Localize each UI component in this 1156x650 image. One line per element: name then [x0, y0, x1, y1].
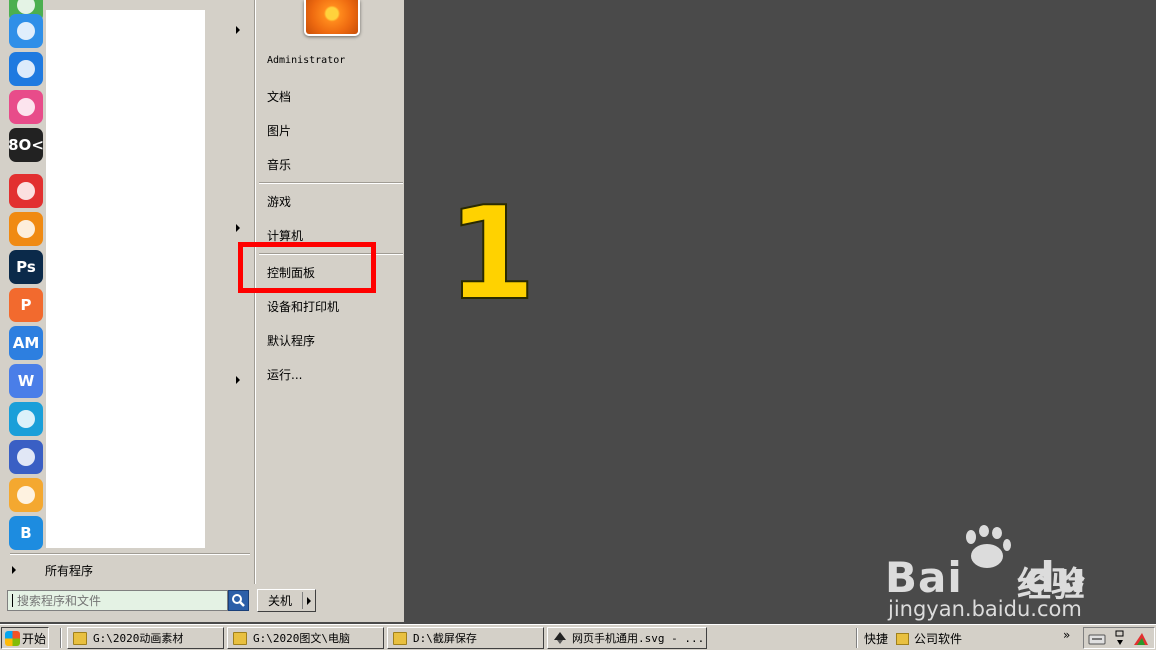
- baidu-jingyan-watermark: Bai du 经验 jingyan.baidu.com: [885, 525, 1145, 625]
- taskbar-window-button[interactable]: 网页手机通用.svg - ...: [547, 627, 707, 649]
- submenu-arrow-icon[interactable]: [236, 26, 240, 34]
- user-avatar-flower[interactable]: [304, 0, 360, 36]
- axure-icon-glyph: AM: [12, 334, 40, 352]
- company-software-button[interactable]: 公司软件: [896, 630, 962, 647]
- watermark-brand-left: Bai: [885, 553, 963, 602]
- games-link[interactable]: 游戏: [267, 193, 291, 211]
- chat-bubble-icon-glyph: [17, 486, 35, 504]
- folder-icon: [393, 631, 407, 645]
- text-caret: [12, 594, 13, 607]
- app-b-icon-glyph: B: [20, 524, 32, 542]
- start-button[interactable]: 开始: [1, 627, 49, 649]
- shield-v-icon-glyph: [17, 60, 35, 78]
- box-icon[interactable]: 8O<: [8, 128, 44, 162]
- divider: [302, 592, 303, 609]
- taskbar: 开始 G:\2020动画素材 G:\2020图文\电脑 D:\截屏保存 网页手机…: [0, 624, 1156, 650]
- cloud-icon[interactable]: [9, 14, 43, 48]
- edge-icon[interactable]: [9, 402, 43, 436]
- search-button[interactable]: [228, 590, 249, 611]
- app-b-icon[interactable]: B: [9, 516, 43, 550]
- magnifier-icon: [232, 594, 245, 607]
- tray-updown-icon[interactable]: [1115, 630, 1125, 648]
- taskbar-window-label: G:\2020动画素材: [93, 632, 184, 645]
- photoshop-icon[interactable]: Ps: [9, 250, 43, 284]
- wps-presentation-icon[interactable]: P: [9, 288, 43, 322]
- user-name-link[interactable]: Administrator: [267, 55, 345, 73]
- highlight-box: [238, 242, 376, 293]
- petals-icon[interactable]: [9, 90, 43, 124]
- folder-icon: [233, 631, 247, 645]
- xnview-icon-glyph: [17, 220, 35, 238]
- folder-icon: [73, 631, 87, 645]
- quick-launch-label: 快捷: [864, 632, 889, 646]
- taskbar-window-label: D:\截屏保存: [413, 632, 477, 645]
- taskbar-window-button[interactable]: G:\2020图文\电脑: [227, 627, 384, 649]
- watermark-url: jingyan.baidu.com: [888, 597, 1082, 621]
- shutdown-button[interactable]: 关机: [257, 589, 316, 612]
- pictures-link[interactable]: 图片: [267, 122, 291, 140]
- chat-bubble-icon[interactable]: [9, 478, 43, 512]
- filmora-icon[interactable]: [9, 440, 43, 474]
- taskbar-window-button[interactable]: D:\截屏保存: [387, 627, 544, 649]
- wps-presentation-icon-glyph: P: [20, 296, 32, 314]
- toolbar-handle[interactable]: [856, 628, 858, 648]
- search-input[interactable]: [8, 591, 227, 610]
- petals-icon-glyph: [17, 98, 35, 116]
- triangle-right-icon[interactable]: [307, 597, 311, 605]
- shutdown-label: 关机: [268, 594, 293, 608]
- axure-icon[interactable]: AM: [9, 326, 43, 360]
- submenu-arrow-icon[interactable]: [236, 224, 240, 232]
- edge-icon-glyph: [17, 410, 35, 428]
- keyboard-icon[interactable]: [1088, 632, 1106, 646]
- taskbar-window-button[interactable]: G:\2020动画素材: [67, 627, 224, 649]
- red-app-tray-icon[interactable]: [1132, 631, 1150, 647]
- pinned-icon-column: 8O< Ps P AM W B: [0, 0, 46, 550]
- pie-icon-glyph: [17, 182, 35, 200]
- taskbar-window-label: G:\2020图文\电脑: [253, 632, 350, 645]
- triangle-right-icon: [12, 566, 16, 574]
- taskbar-window-label: 网页手机通用.svg - ...: [572, 632, 705, 645]
- start-menu: 8O< Ps P AM W B 所有程序: [0, 0, 404, 622]
- divider: [259, 182, 403, 184]
- submenu-arrow-icon[interactable]: [236, 376, 240, 384]
- windows-logo-icon: [5, 630, 20, 646]
- step-number: 1: [446, 179, 537, 330]
- cloud-icon-glyph: [17, 22, 35, 40]
- system-tray: [1083, 627, 1155, 649]
- all-programs-button[interactable]: 所有程序: [8, 560, 248, 580]
- music-link[interactable]: 音乐: [267, 156, 291, 174]
- photoshop-icon-glyph: Ps: [16, 258, 36, 276]
- search-box[interactable]: [7, 590, 228, 611]
- company-software-label: 公司软件: [914, 632, 963, 646]
- wps-writer-icon-glyph: W: [17, 372, 35, 390]
- divider: [10, 553, 250, 555]
- pie-icon[interactable]: [9, 174, 43, 208]
- xnview-icon[interactable]: [9, 212, 43, 246]
- wechat-icon-glyph: [17, 0, 35, 14]
- inkscape-icon: [554, 632, 566, 644]
- folder-icon: [896, 632, 909, 645]
- start-label: 开始: [22, 631, 47, 646]
- toolbar-handle[interactable]: [60, 628, 62, 648]
- toolbar-overflow-chevron[interactable]: »: [1063, 628, 1070, 642]
- all-programs-label: 所有程序: [45, 564, 94, 578]
- box-icon-glyph: 8O<: [8, 136, 44, 154]
- shield-v-icon[interactable]: [9, 52, 43, 86]
- wps-writer-icon[interactable]: W: [9, 364, 43, 398]
- devices-printers-link[interactable]: 设备和打印机: [267, 298, 339, 316]
- documents-link[interactable]: 文档: [267, 88, 291, 106]
- run-link[interactable]: 运行...: [267, 366, 302, 384]
- default-programs-link[interactable]: 默认程序: [267, 332, 315, 350]
- recent-program-list: [46, 10, 205, 548]
- filmora-icon-glyph: [17, 448, 35, 466]
